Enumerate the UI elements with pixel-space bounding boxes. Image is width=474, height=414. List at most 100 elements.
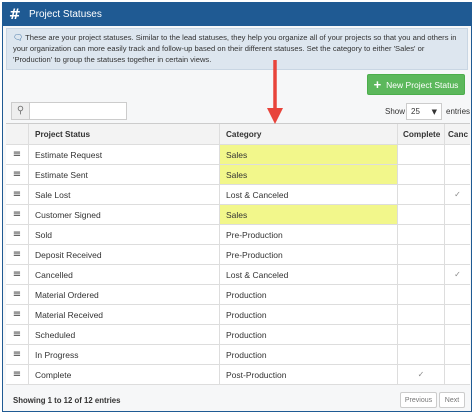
category-cell: Production — [220, 345, 398, 364]
complete-cell — [398, 285, 445, 304]
table-row[interactable]: ≡ Deposit Received Pre-Production — [6, 245, 470, 265]
table-row[interactable]: ≡ Sale Lost Lost & Canceled ✓ — [6, 185, 470, 205]
table-info: Showing 1 to 12 of 12 entries — [13, 396, 121, 405]
drag-handle-icon[interactable]: ≡ — [6, 345, 29, 364]
drag-handle-icon[interactable]: ≡ — [6, 285, 29, 304]
project-status-header[interactable]: Project Status — [29, 124, 220, 144]
drag-handle-icon[interactable]: ≡ — [6, 145, 29, 164]
table-row[interactable]: ≡ Scheduled Production — [6, 325, 470, 345]
previous-button[interactable]: Previous — [400, 392, 437, 408]
table-row[interactable]: ≡ In Progress Production — [6, 345, 470, 365]
search-icon: ⚲ — [11, 102, 30, 120]
arrow-head — [267, 108, 283, 124]
new-project-status-button[interactable]: + New Project Status — [367, 74, 465, 95]
complete-cell — [398, 305, 445, 324]
canceled-cell — [445, 345, 470, 364]
table-header-row: Project Status Category Complete Canc — [6, 124, 470, 145]
drag-handle-icon[interactable]: ≡ — [6, 245, 29, 264]
canceled-check-icon: ✓ — [454, 270, 461, 279]
category-cell: Pre-Production — [220, 225, 398, 244]
complete-cell — [398, 345, 445, 364]
table-row[interactable]: ≡ Material Received Production — [6, 305, 470, 325]
status-name-cell: In Progress — [29, 345, 220, 364]
category-cell: Sales — [220, 165, 398, 184]
status-name-cell: Estimate Request — [29, 145, 220, 164]
drag-handle-icon[interactable]: ≡ — [6, 265, 29, 284]
show-label: Show — [385, 107, 406, 116]
table-row[interactable]: ≡ Complete Post-Production ✓ — [6, 365, 470, 385]
info-icon: 🗨︎ — [13, 33, 24, 42]
canceled-header[interactable]: Canc — [445, 124, 470, 144]
project-statuses-panel: # Project Statuses 🗨︎ These are your pro… — [2, 2, 472, 412]
status-name-cell: Material Ordered — [29, 285, 220, 304]
canceled-cell: ✓ — [445, 185, 470, 204]
table-row[interactable]: ≡ Estimate Sent Sales — [6, 165, 470, 185]
canceled-check-icon: ✓ — [454, 190, 461, 199]
category-cell: Lost & Canceled — [220, 265, 398, 284]
category-cell: Production — [220, 325, 398, 344]
category-cell: Sales — [220, 205, 398, 224]
drag-handle-icon[interactable]: ≡ — [6, 185, 29, 204]
canceled-cell — [445, 285, 470, 304]
drag-column-header — [6, 124, 29, 144]
drag-handle-icon[interactable]: ≡ — [6, 365, 29, 384]
category-cell: Post-Production — [220, 365, 398, 384]
canceled-cell — [445, 165, 470, 184]
status-name-cell: Material Received — [29, 305, 220, 324]
new-project-status-label: New Project Status — [386, 79, 459, 90]
status-name-cell: Complete — [29, 365, 220, 384]
category-cell: Sales — [220, 145, 398, 164]
category-cell: Pre-Production — [220, 245, 398, 264]
complete-cell — [398, 225, 445, 244]
complete-cell — [398, 165, 445, 184]
panel-title: Project Statuses — [29, 9, 102, 20]
drag-handle-icon[interactable]: ≡ — [6, 165, 29, 184]
table-row[interactable]: ≡ Estimate Request Sales — [6, 145, 470, 165]
status-name-cell: Sale Lost — [29, 185, 220, 204]
red-arrow-annotation — [267, 60, 283, 124]
complete-cell — [398, 185, 445, 204]
complete-cell: ✓ — [398, 365, 445, 384]
search-input[interactable] — [29, 102, 127, 120]
status-name-cell: Scheduled — [29, 325, 220, 344]
plus-icon: + — [373, 77, 382, 92]
drag-handle-icon[interactable]: ≡ — [6, 205, 29, 224]
canceled-cell — [445, 245, 470, 264]
drag-handle-icon[interactable]: ≡ — [6, 225, 29, 244]
table-row[interactable]: ≡ Customer Signed Sales — [6, 205, 470, 225]
canceled-cell — [445, 145, 470, 164]
entries-label: entries — [446, 107, 471, 116]
status-name-cell: Sold — [29, 225, 220, 244]
canceled-cell — [445, 225, 470, 244]
status-name-cell: Cancelled — [29, 265, 220, 284]
status-name-cell: Customer Signed — [29, 205, 220, 224]
complete-cell — [398, 145, 445, 164]
complete-cell — [398, 245, 445, 264]
chevron-down-icon: ▼ — [431, 107, 437, 116]
panel-header: # Project Statuses — [3, 3, 471, 26]
drag-handle-icon[interactable]: ≡ — [6, 305, 29, 324]
next-button[interactable]: Next — [439, 392, 465, 408]
table-row[interactable]: ≡ Sold Pre-Production — [6, 225, 470, 245]
status-name-cell: Deposit Received — [29, 245, 220, 264]
status-name-cell: Estimate Sent — [29, 165, 220, 184]
complete-cell — [398, 265, 445, 284]
category-cell: Production — [220, 285, 398, 304]
complete-cell — [398, 205, 445, 224]
complete-check-icon: ✓ — [417, 370, 425, 379]
canceled-cell — [445, 365, 470, 384]
table-row[interactable]: ≡ Cancelled Lost & Canceled ✓ — [6, 265, 470, 285]
canceled-cell — [445, 205, 470, 224]
statuses-table: Project Status Category Complete Canc ≡ E… — [6, 123, 470, 385]
page-size-select[interactable]: 25 ▼ — [406, 103, 442, 120]
drag-handle-icon[interactable]: ≡ — [6, 325, 29, 344]
canceled-cell: ✓ — [445, 265, 470, 284]
category-header[interactable]: Category — [220, 124, 398, 144]
category-cell: Lost & Canceled — [220, 185, 398, 204]
complete-cell — [398, 325, 445, 344]
info-box: 🗨︎ These are your project statuses. Simi… — [6, 28, 468, 70]
complete-header[interactable]: Complete — [398, 124, 445, 144]
page-size-value: 25 — [411, 107, 420, 116]
info-text: These are your project statuses. Similar… — [13, 33, 457, 64]
table-row[interactable]: ≡ Material Ordered Production — [6, 285, 470, 305]
